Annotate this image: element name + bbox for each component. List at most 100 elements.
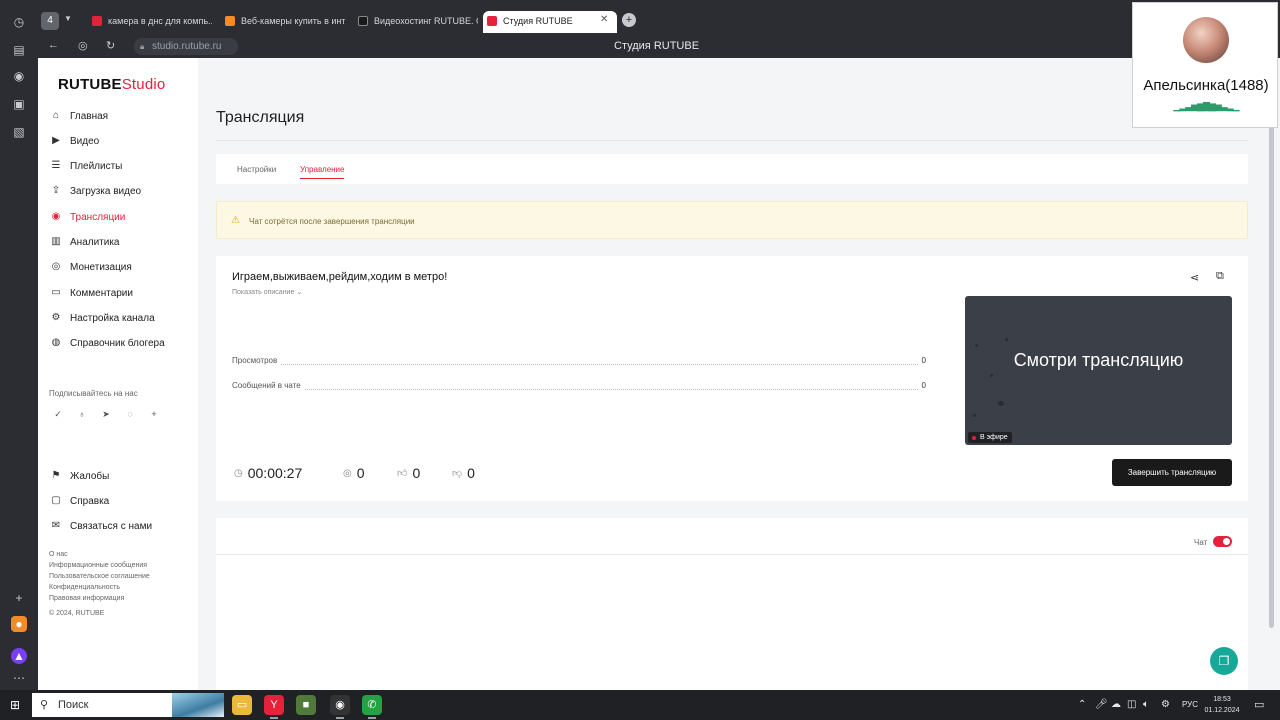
screenshot-icon[interactable]: ▧ (11, 124, 27, 140)
sidebar-item-video[interactable]: ▶ Видео (50, 130, 196, 152)
input-language[interactable]: РУС (1182, 700, 1198, 709)
preview-speck (1005, 338, 1008, 341)
sidebar-item-playlists[interactable]: ☰ Плейлисты (50, 155, 196, 177)
new-tab-icon[interactable]: + (622, 13, 636, 27)
rutube-icon (358, 16, 368, 26)
sidebar-item-blogger-guide[interactable]: ◍ Справочник блогера (50, 332, 196, 354)
address-field[interactable]: 🔒︎ studio.rutube.ru (134, 38, 238, 55)
app-icon[interactable]: ● (11, 616, 27, 632)
browser-tab-active[interactable]: Студия RUTUBE (483, 11, 617, 33)
browser-tab[interactable]: Веб-камеры купить в инт... (221, 11, 345, 33)
tab-management[interactable]: Управление (300, 165, 345, 179)
thumbs-up-icon: 👍︎ (397, 468, 408, 479)
gear-icon[interactable]: ⚙ (1161, 699, 1170, 710)
footer-link-about[interactable]: О нас (49, 551, 68, 558)
tab-count-badge[interactable]: 4 (41, 12, 59, 30)
sidebar-item-label: Загрузка видео (70, 185, 142, 197)
browser-address-bar: ← ◎ ↻ 🔒︎ studio.rutube.ru Студия RUTUBE (38, 36, 1280, 58)
cloud-icon[interactable]: ☁ (1111, 699, 1121, 710)
footer-link-terms[interactable]: Пользовательское соглашение (49, 573, 150, 580)
page-scrollbar[interactable] (1264, 58, 1280, 690)
viber-icon[interactable]: ◌ (123, 407, 137, 421)
volume-icon[interactable]: 🔈︎ (1143, 699, 1149, 710)
rutube-studio-logo[interactable]: RUTUBEStudio (58, 76, 165, 93)
alice-icon[interactable]: ▲ (11, 648, 27, 664)
stream-timer: ◷ 00:00:27 (234, 465, 302, 481)
warning-icon: ⚠ (231, 215, 240, 226)
protect-icon[interactable]: ◎ (78, 39, 88, 52)
sidebar-item-label: Трансляции (70, 211, 126, 223)
viewers-count: ◎ 0 (343, 465, 365, 481)
share-icon[interactable]: ⋖ (1190, 271, 1199, 284)
preview-speck (998, 401, 1004, 406)
more-social-icon[interactable]: + (147, 407, 161, 421)
sidebar-item-home[interactable]: ⌂ Главная (50, 105, 196, 127)
sidebar-item-broadcasts[interactable]: ◉ Трансляции (50, 206, 196, 228)
minecraft-icon[interactable]: ■ (296, 695, 316, 715)
search-icon: ⚲ (40, 699, 49, 711)
sidebar-item-contact[interactable]: ✉ Связаться с нами (50, 515, 196, 537)
microphone-icon[interactable]: 🎤︎ (1095, 699, 1108, 710)
tabs-group-icon[interactable]: ▣ (11, 96, 27, 112)
stream-preview[interactable]: Смотри трансляцию В эфире (965, 296, 1232, 445)
chevron-up-icon[interactable]: ⌃ (1078, 699, 1086, 710)
browser-tab[interactable]: Видеохостинг RUTUBE. С... (354, 11, 478, 33)
windows-start-icon[interactable]: ⊞ (8, 698, 22, 712)
footer-link-info[interactable]: Информационные сообщения (49, 562, 147, 569)
tab-settings[interactable]: Настройки (237, 165, 276, 174)
chat-toggle[interactable] (1213, 536, 1232, 547)
file-explorer-icon[interactable]: ▭ (232, 695, 252, 715)
vk-icon[interactable]: ✓ (51, 407, 65, 421)
sidebar-item-analytics[interactable]: ▥ Аналитика (50, 231, 196, 253)
audio-wave-icon: ▁▂▃▅▆▇▆▅▃▂▁ (1173, 101, 1239, 111)
sidebar-item-label: Справочник блогера (70, 337, 165, 349)
thumbs-down-icon: 👎︎ (452, 468, 463, 479)
chevron-down-icon[interactable]: ▼ (64, 14, 72, 23)
collections-icon[interactable]: ▤ (11, 42, 27, 58)
browser-tab[interactable]: камера в днс для компь... (88, 11, 212, 33)
close-icon[interactable]: ✕ (600, 14, 608, 25)
address-text: studio.rutube.ru (152, 41, 222, 52)
stream-card: Играем,выживаем,рейдим,ходим в метро! По… (216, 256, 1248, 501)
network-icon[interactable]: ◫ (1127, 699, 1136, 710)
sidebar-item-label: Монетизация (70, 261, 132, 273)
taskbar-search[interactable]: ⚲ Поиск (32, 693, 224, 717)
sidebar: RUTUBEStudio ⌂ Главная ▶ Видео ☰ Плейлис… (38, 58, 198, 690)
footer-link-legal[interactable]: Правовая информация (49, 595, 124, 602)
reload-icon[interactable]: ↻ (106, 39, 115, 52)
recorder-icon[interactable]: ◉ (330, 695, 350, 719)
history-icon[interactable]: ◷ (11, 14, 27, 30)
sidebar-item-complaints[interactable]: ⚑ Жалобы (50, 465, 196, 487)
notification-icon[interactable]: ▭ (1254, 698, 1264, 711)
sidebar-item-help[interactable]: ▢ Справка (50, 490, 196, 512)
sidebar-item-label: Комментарии (70, 287, 133, 299)
yandex-browser-icon[interactable]: Y (264, 695, 284, 719)
chat-warning-banner: ⚠ Чат сотрётся после завершения трансляц… (216, 201, 1248, 239)
end-broadcast-button[interactable]: Завершить трансляцию (1112, 459, 1232, 486)
more-icon[interactable]: ⋯ (11, 670, 27, 686)
support-chat-button[interactable]: ❐ (1210, 647, 1238, 675)
dislikes-count: 👎︎ 0 (452, 465, 475, 481)
sidebar-item-comments[interactable]: ▭ Комментарии (50, 282, 196, 304)
sidebar-item-monetization[interactable]: ◎ Монетизация (50, 256, 196, 278)
footer-link-privacy[interactable]: Конфиденциальность (49, 584, 120, 591)
taskbar-clock[interactable]: 18:53 01.12.2024 (1200, 694, 1244, 716)
media-icon[interactable]: ◉ (11, 68, 27, 84)
scroll-thumb[interactable] (1269, 98, 1274, 628)
add-panel-icon[interactable]: + (11, 590, 27, 606)
live-dot (972, 436, 976, 440)
logo-sub-text: Studio (121, 76, 166, 93)
page-tabs: Настройки Управление (216, 154, 1248, 184)
tab-label: Студия RUTUBE (503, 16, 573, 26)
chevron-down-icon: ⌄ (296, 289, 303, 296)
upload-icon: ⇪ (51, 185, 61, 196)
sidebar-item-channel-settings[interactable]: ⚙ Настройка канала (50, 307, 196, 329)
ok-icon[interactable]: ♁ (75, 407, 89, 421)
telegram-icon[interactable]: ➤ (99, 407, 113, 421)
mail-icon: ✉ (51, 520, 61, 531)
back-icon[interactable]: ← (48, 39, 59, 51)
external-link-icon[interactable]: ⧉ (1216, 270, 1224, 283)
sidebar-item-upload[interactable]: ⇪ Загрузка видео (50, 180, 196, 202)
show-description-toggle[interactable]: Показать описание ⌄ (232, 288, 302, 296)
whatsapp-icon[interactable]: ✆ (362, 695, 382, 719)
